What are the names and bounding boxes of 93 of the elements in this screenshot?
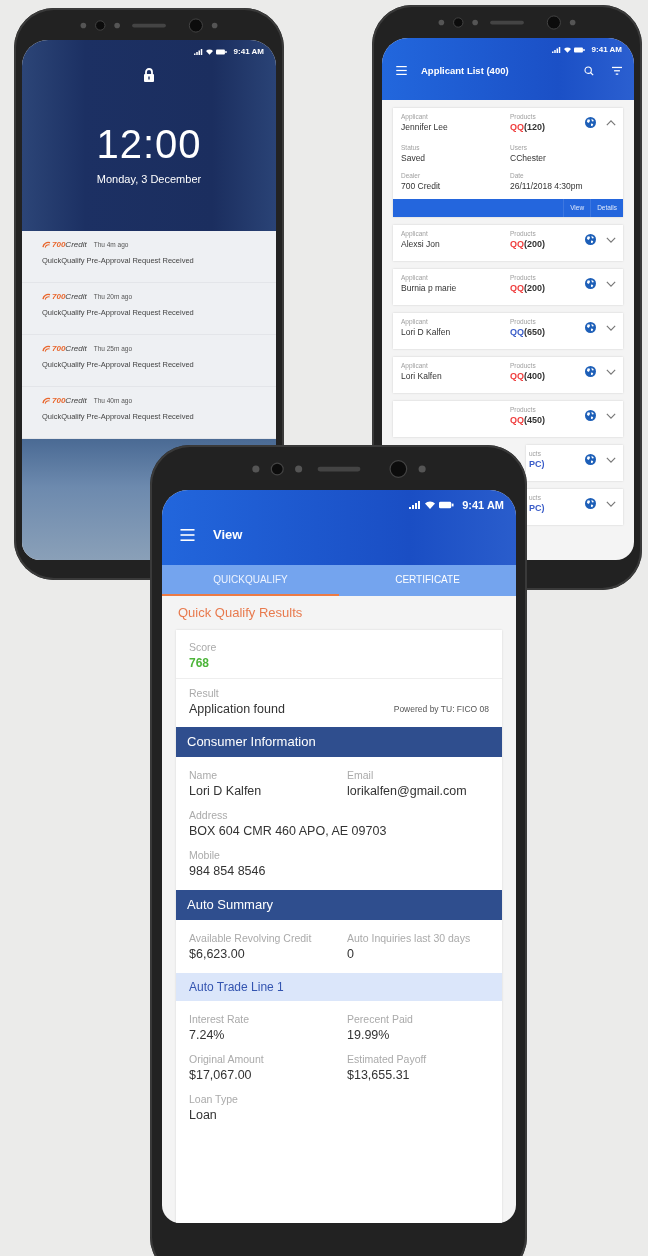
field-value: BOX 604 CMR 460 APO, AE 09703	[189, 824, 388, 838]
powered-by-note: Powered by TU: FICO 08	[393, 704, 489, 714]
globe-icon[interactable]	[585, 278, 596, 289]
score-value: 768	[189, 656, 211, 670]
field-label: Name	[189, 769, 218, 781]
status-time: 9:41 AM	[233, 47, 264, 56]
field-value: Saved	[401, 153, 426, 163]
filter-icon[interactable]	[612, 65, 622, 76]
field-label: Score	[189, 641, 218, 653]
logo-arc-icon	[42, 241, 51, 248]
globe-icon[interactable]	[585, 410, 596, 421]
screen-title: Applicant List (400)	[421, 65, 510, 76]
battery-icon	[215, 48, 227, 55]
screen-title: View	[213, 527, 243, 542]
field-label: Interest Rate	[189, 1013, 251, 1025]
chevron-down-icon[interactable]	[606, 237, 616, 243]
field-label: Mobile	[189, 849, 221, 861]
field-label: Estimated Payoff	[347, 1053, 428, 1065]
clock-time: 12:00	[96, 122, 202, 167]
product-value: QQ(650)	[510, 327, 546, 337]
field-value: $17,067.00	[189, 1068, 253, 1082]
signal-icon	[409, 501, 422, 509]
field-value: Loan	[189, 1108, 218, 1122]
logo-arc-icon	[42, 293, 51, 300]
field-label: Original Amount	[189, 1053, 265, 1065]
field-value: 26/11/2018 4:30pm	[510, 181, 583, 191]
brand-logo: 700Credit	[52, 292, 87, 301]
menu-icon[interactable]	[180, 528, 195, 541]
globe-icon[interactable]	[585, 322, 596, 333]
globe-icon[interactable]	[585, 234, 596, 245]
product-value: QQ(200)	[510, 239, 546, 249]
field-label: Loan Type	[189, 1093, 239, 1105]
brand-logo: 700Credit	[52, 240, 87, 249]
brand-logo: 700Credit	[52, 344, 87, 353]
field-value: 19.99%	[347, 1028, 391, 1042]
signal-icon	[551, 46, 561, 53]
menu-icon[interactable]	[396, 66, 407, 75]
field-value: lorikalfen@gmail.com	[347, 784, 468, 798]
field-value: Lori D Kalfen	[401, 327, 451, 337]
globe-icon[interactable]	[585, 498, 596, 509]
wifi-icon	[563, 46, 571, 53]
chevron-down-icon[interactable]	[606, 457, 616, 463]
field-label: Result	[189, 687, 220, 699]
section-band: Consumer Information	[176, 727, 502, 757]
wifi-icon	[425, 501, 436, 509]
chevron-up-icon[interactable]	[606, 120, 616, 126]
product-value: PC)	[529, 459, 545, 469]
logo-arc-icon	[42, 345, 51, 352]
field-value: $6,623.00	[189, 947, 246, 961]
product-value: QQ(200)	[510, 283, 546, 293]
field-value: Lori Kalfen	[401, 371, 442, 381]
field-value: 700 Credit	[401, 181, 441, 191]
section-band: Auto Summary	[176, 890, 502, 920]
field-value: Application found	[189, 702, 285, 716]
chevron-down-icon[interactable]	[606, 413, 616, 419]
chevron-down-icon[interactable]	[606, 325, 616, 331]
product-value: QQ(120)	[510, 122, 546, 132]
status-time: 9:41 AM	[462, 499, 504, 511]
product-value: PC)	[529, 503, 545, 513]
globe-icon[interactable]	[585, 366, 596, 377]
chevron-down-icon[interactable]	[606, 281, 616, 287]
field-value: 984 854 8546	[189, 864, 267, 878]
field-value: 7.24%	[189, 1028, 226, 1042]
lock-icon	[143, 68, 155, 82]
field-value: 0	[347, 947, 355, 961]
status-time: 9:41 AM	[591, 45, 622, 54]
battery-icon	[573, 46, 585, 53]
product-value: QQ(400)	[510, 371, 546, 381]
wifi-icon	[205, 48, 213, 55]
subsection-band: Auto Trade Line 1	[176, 973, 502, 1001]
signal-icon	[193, 48, 203, 55]
field-value: Lori D Kalfen	[189, 784, 263, 798]
field-value: $13,655.31	[347, 1068, 411, 1082]
field-label: Perecent Paid	[347, 1013, 414, 1025]
globe-icon[interactable]	[585, 454, 596, 465]
lock-date: Monday, 3 December	[96, 173, 202, 185]
battery-icon	[439, 501, 455, 509]
logo-arc-icon	[42, 397, 51, 404]
chevron-down-icon[interactable]	[606, 369, 616, 375]
field-label: Address	[189, 809, 229, 821]
search-icon[interactable]	[584, 65, 594, 76]
field-label: Available Revolving Credit	[189, 932, 313, 944]
field-value: Jennifer Lee	[401, 122, 448, 132]
product-value: QQ(450)	[510, 415, 546, 425]
chevron-down-icon[interactable]	[606, 501, 616, 507]
field-label: Auto Inquiries last 30 days	[347, 932, 472, 944]
field-value: CChester	[510, 153, 546, 163]
field-label: Email	[347, 769, 375, 781]
brand-logo: 700Credit	[52, 396, 87, 405]
globe-icon[interactable]	[585, 117, 596, 128]
field-value: Burnia p marie	[401, 283, 457, 293]
field-value: Alexsi Jon	[401, 239, 440, 249]
section-heading: Quick Qualify Results	[177, 604, 304, 622]
